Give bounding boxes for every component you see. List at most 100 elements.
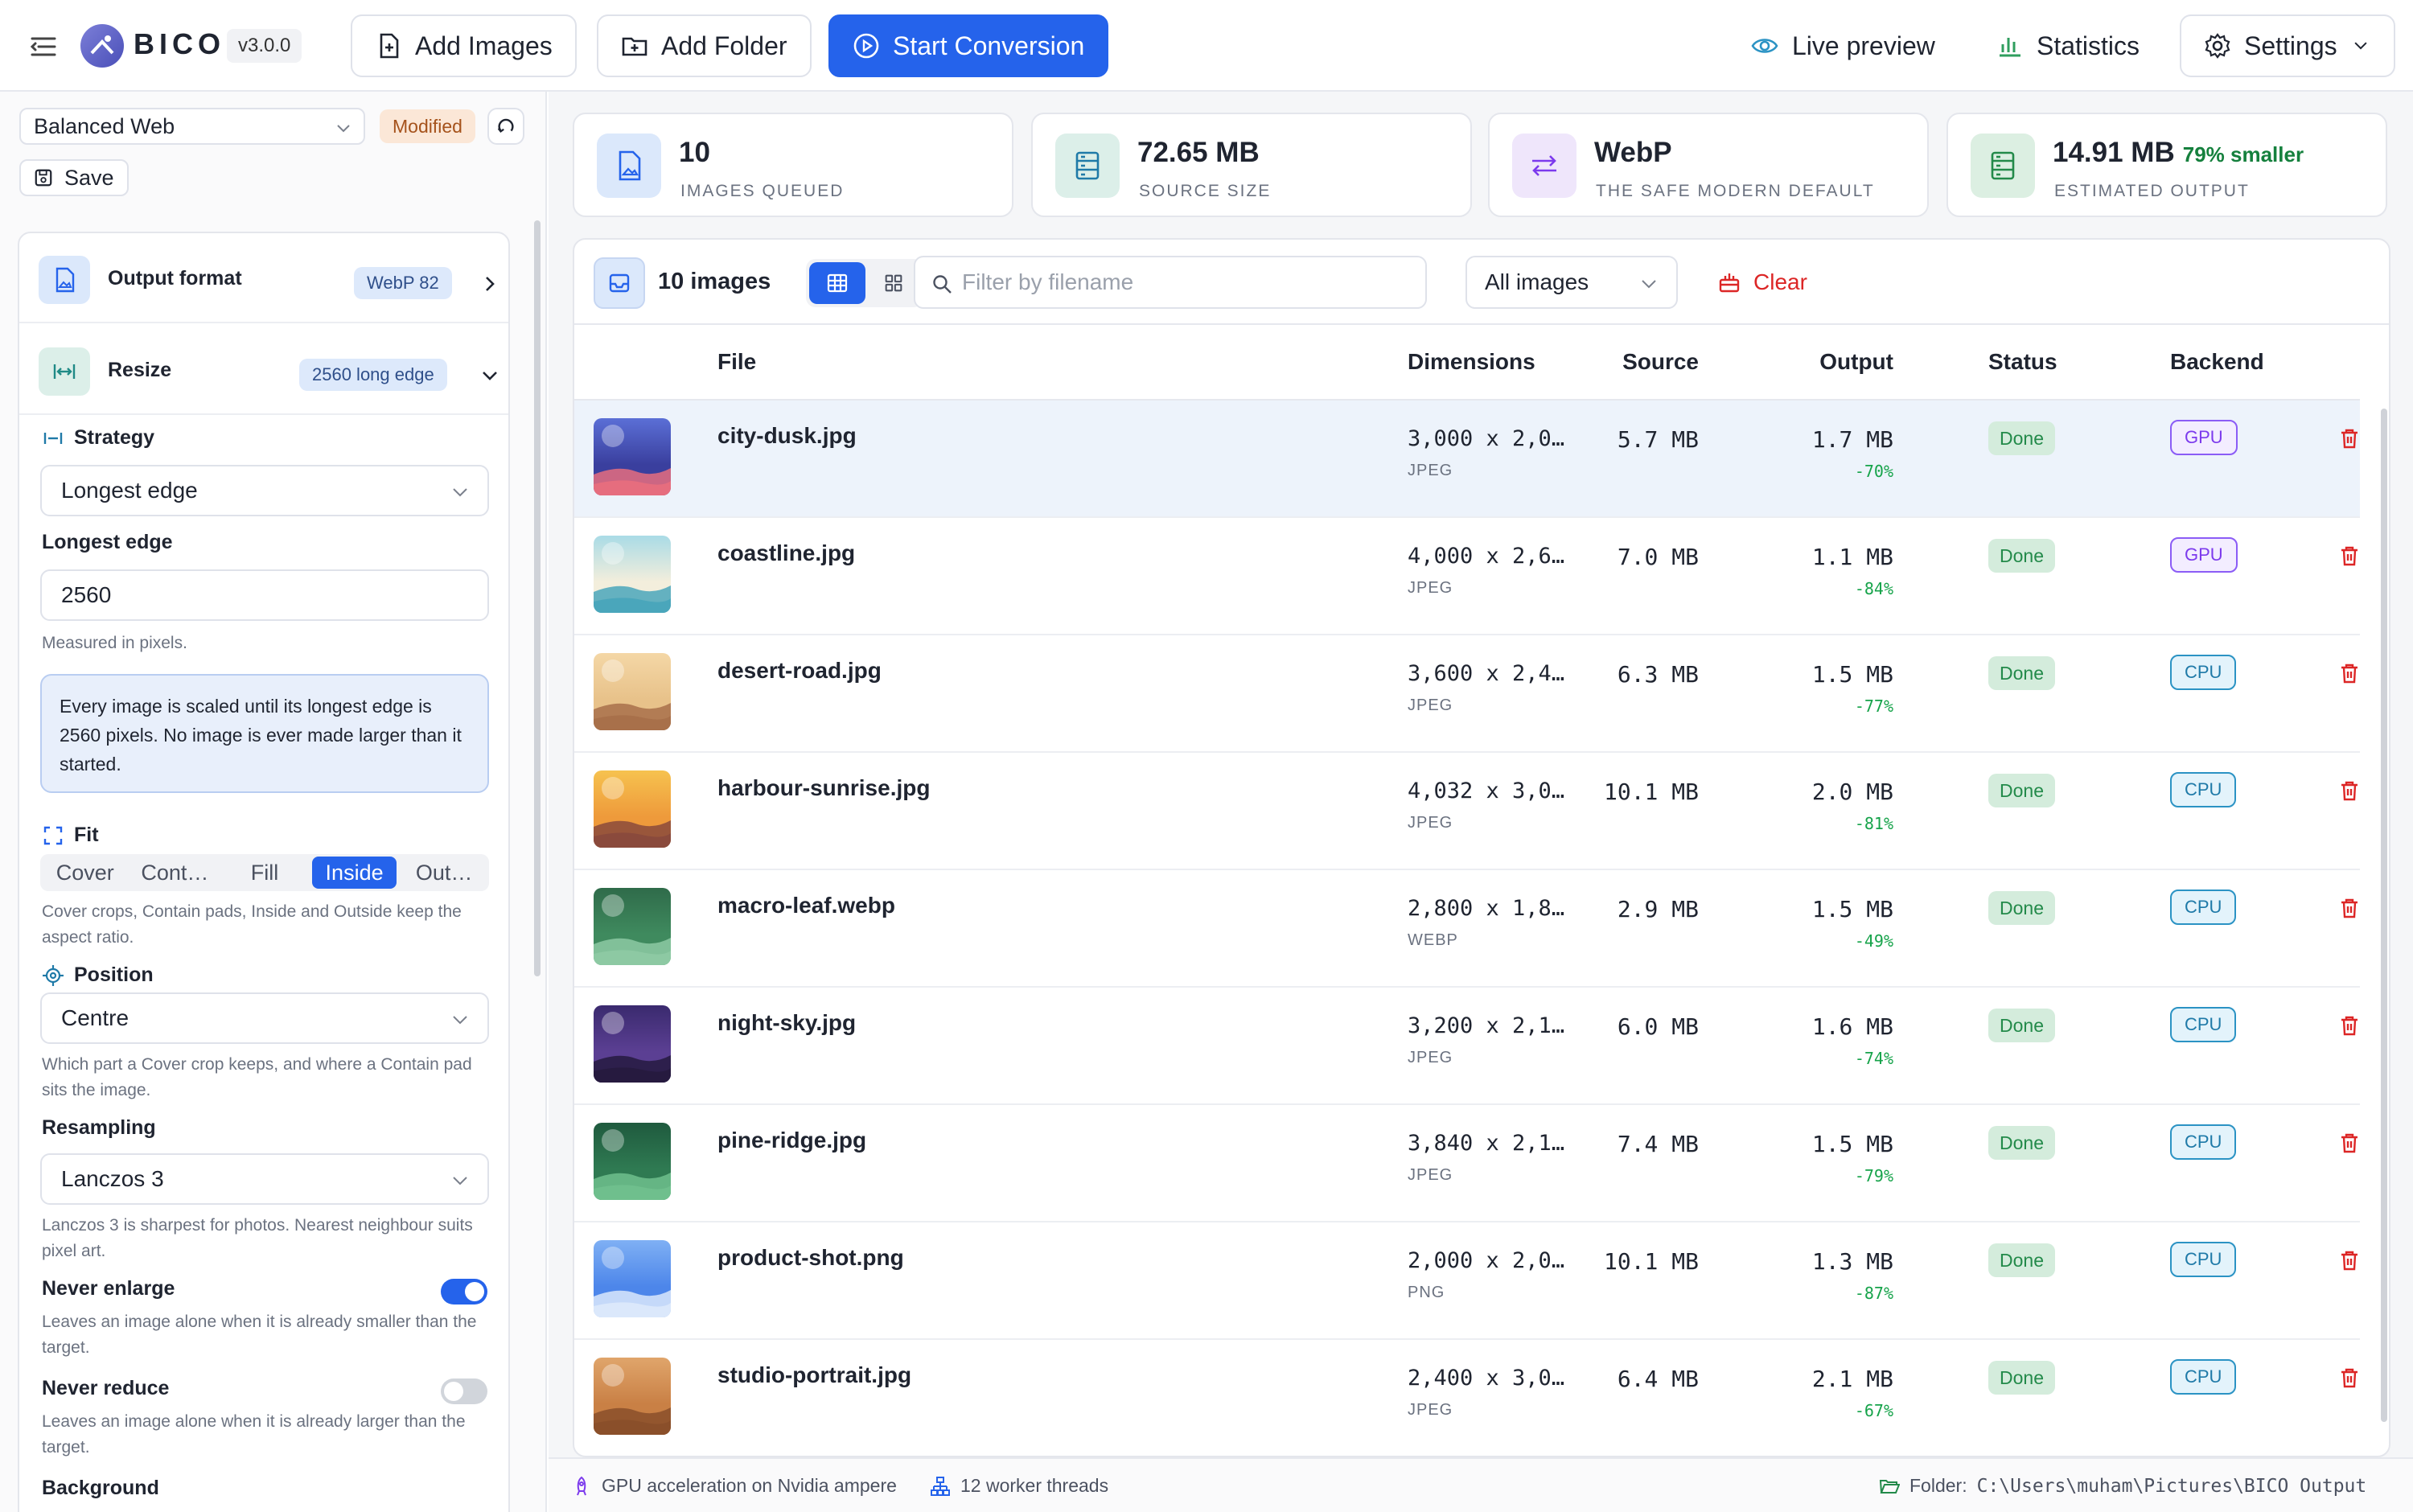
table-view-button[interactable] bbox=[809, 262, 865, 304]
trash-icon[interactable] bbox=[2337, 1248, 2362, 1272]
output-format-badge: WebP 82 bbox=[354, 267, 452, 299]
table-row[interactable]: studio-portrait.jpg 2,400 x 3,000 JPEG 6.4 … bbox=[574, 1340, 2362, 1456]
resampling-select[interactable]: Lanczos 3 bbox=[40, 1153, 489, 1205]
fit-option-cover[interactable]: Cover bbox=[43, 857, 128, 889]
strategy-select[interactable]: Longest edge bbox=[40, 465, 489, 516]
settings-sidebar: Balanced Web Modified Save Output format… bbox=[0, 92, 547, 1512]
start-conversion-button[interactable]: Start Conversion bbox=[828, 14, 1109, 77]
file-name: coastline.jpg bbox=[717, 540, 856, 565]
save-preset-button[interactable]: Save bbox=[19, 159, 129, 196]
table-row[interactable]: desert-road.jpg 3,600 x 2,400 JPEG 6.3 MB 1.… bbox=[574, 635, 2360, 753]
backend-badge: CPU bbox=[2170, 890, 2237, 925]
eraser-icon bbox=[1719, 273, 1740, 293]
longest-edge-input[interactable]: 2560 bbox=[40, 569, 489, 621]
status-badge: Done bbox=[1988, 1009, 2055, 1042]
file-format: JPEG bbox=[1408, 1401, 1453, 1419]
file-format: PNG bbox=[1408, 1284, 1445, 1301]
column-backend[interactable]: Backend bbox=[2170, 349, 2264, 375]
output-format-section[interactable]: Output format WebP 82 bbox=[19, 233, 508, 323]
fit-option-fill[interactable]: Fill bbox=[222, 857, 307, 889]
image-count: 10 images bbox=[658, 269, 771, 294]
menu-icon[interactable] bbox=[27, 31, 60, 63]
output-size: 1.6 MB bbox=[1811, 1013, 1893, 1040]
column-file[interactable]: File bbox=[717, 349, 756, 375]
table-row[interactable]: night-sky.jpg 3,200 x 2,133 JPEG 6.0 MB 1.6 … bbox=[574, 988, 2360, 1105]
trash-icon[interactable] bbox=[2337, 426, 2362, 450]
dimensions: 4,000 x 2,667 bbox=[1408, 544, 1576, 569]
add-images-button[interactable]: Add Images bbox=[351, 14, 577, 77]
position-select[interactable]: Centre bbox=[40, 992, 489, 1044]
threads-status-text: 12 worker threads bbox=[960, 1475, 1109, 1496]
source-size: 6.3 MB bbox=[1617, 661, 1699, 688]
stat-estimated-output: 14.91 MB 79% smaller Estimated output bbox=[1946, 113, 2387, 217]
table-row[interactable]: city-dusk.jpg 3,000 x 2,000 JPEG 5.7 MB 1.7 … bbox=[574, 401, 2360, 518]
dimensions: 3,000 x 2,000 bbox=[1408, 426, 1576, 451]
column-source[interactable]: Source bbox=[1572, 349, 1699, 375]
table-row[interactable]: pine-ridge.jpg 3,840 x 2,160 JPEG 7.4 MB 1.5… bbox=[574, 1105, 2360, 1222]
image-thumbnail bbox=[594, 1358, 671, 1435]
resize-section[interactable]: Resize 2560 long edge bbox=[19, 325, 508, 415]
queue-toolbar: 10 images Filter by filename All images … bbox=[574, 240, 2389, 325]
preset-select[interactable]: Balanced Web bbox=[19, 108, 365, 145]
table-row[interactable]: macro-leaf.webp 2,800 x 1,867 WEBP 2.9 MB 1.… bbox=[574, 870, 2360, 988]
filename-filter-input[interactable]: Filter by filename bbox=[914, 256, 1427, 309]
eye-icon bbox=[1751, 39, 1778, 53]
background-label: Background bbox=[42, 1477, 159, 1499]
file-name: studio-portrait.jpg bbox=[717, 1362, 912, 1387]
resize-badge: 2560 long edge bbox=[299, 359, 447, 391]
add-folder-button[interactable]: Add Folder bbox=[597, 14, 812, 77]
size-delta: -70% bbox=[1854, 462, 1893, 481]
never-reduce-toggle[interactable] bbox=[441, 1378, 487, 1404]
dimensions: 2,800 x 1,867 bbox=[1408, 896, 1576, 921]
status-badge: Done bbox=[1988, 891, 2055, 925]
chevron-down-icon bbox=[2354, 42, 2367, 50]
clear-button[interactable]: Clear bbox=[1716, 256, 1807, 309]
chevron-down-icon bbox=[1642, 280, 1656, 289]
save-icon bbox=[35, 169, 52, 187]
trash-icon[interactable] bbox=[2337, 1131, 2362, 1155]
stat-value: 10 bbox=[679, 137, 710, 168]
output-folder-status[interactable]: Folder: C:\Users\muham\Pictures\BICO Out… bbox=[1879, 1475, 2366, 1497]
chevron-down-icon bbox=[483, 372, 497, 380]
output-size: 1.5 MB bbox=[1811, 661, 1893, 688]
statistics-button[interactable]: Statistics bbox=[1995, 14, 2140, 77]
strategy-value: Longest edge bbox=[61, 478, 198, 503]
column-dimensions[interactable]: Dimensions bbox=[1408, 349, 1535, 375]
output-size: 1.5 MB bbox=[1811, 1131, 1893, 1157]
fit-option-inside[interactable]: Inside bbox=[311, 857, 397, 889]
output-size: 1.7 MB bbox=[1811, 426, 1893, 453]
fit-option-contain[interactable]: Cont… bbox=[133, 857, 218, 889]
trash-icon[interactable] bbox=[2337, 1013, 2362, 1037]
live-preview-button[interactable]: Live preview bbox=[1750, 14, 1935, 77]
reset-preset-button[interactable] bbox=[487, 108, 524, 145]
source-size: 2.9 MB bbox=[1617, 896, 1699, 922]
settings-button[interactable]: Settings bbox=[2180, 14, 2395, 77]
trash-icon[interactable] bbox=[2337, 661, 2362, 685]
output-icon bbox=[1971, 134, 2035, 198]
settings-panel: Output format WebP 82 Resize 2560 long e… bbox=[18, 232, 510, 1512]
table-scrollbar[interactable] bbox=[2381, 409, 2387, 1422]
never-enlarge-label: Never enlarge bbox=[42, 1277, 175, 1300]
image-filter-select[interactable]: All images bbox=[1465, 256, 1678, 309]
folder-plus-icon bbox=[622, 37, 647, 56]
clear-label: Clear bbox=[1753, 269, 1807, 294]
trash-icon[interactable] bbox=[2337, 544, 2362, 568]
image-file-icon bbox=[597, 134, 661, 198]
add-images-label: Add Images bbox=[415, 31, 553, 60]
never-enlarge-toggle[interactable] bbox=[441, 1279, 487, 1305]
resize-horizontal-icon bbox=[43, 432, 63, 444]
output-size: 2.1 MB bbox=[1811, 1366, 1893, 1392]
size-delta: -74% bbox=[1854, 1049, 1893, 1068]
file-format: WEBP bbox=[1408, 931, 1458, 949]
table-row[interactable]: harbour-sunrise.jpg 4,032 x 3,024 JPEG 10.1… bbox=[574, 753, 2360, 870]
column-output[interactable]: Output bbox=[1757, 349, 1893, 375]
trash-icon[interactable] bbox=[2337, 896, 2362, 920]
image-thumbnail bbox=[594, 1123, 671, 1200]
trash-icon[interactable] bbox=[2337, 1366, 2362, 1390]
table-row[interactable]: coastline.jpg 4,000 x 2,667 JPEG 7.0 MB 1.1 … bbox=[574, 518, 2360, 635]
trash-icon[interactable] bbox=[2337, 779, 2362, 803]
table-row[interactable]: product-shot.png 2,000 x 2,000 PNG 10.1 MB 1… bbox=[574, 1222, 2360, 1340]
sidebar-scrollbar[interactable] bbox=[534, 220, 541, 976]
fit-option-outside[interactable]: Out… bbox=[401, 857, 487, 889]
column-status[interactable]: Status bbox=[1988, 349, 2057, 375]
